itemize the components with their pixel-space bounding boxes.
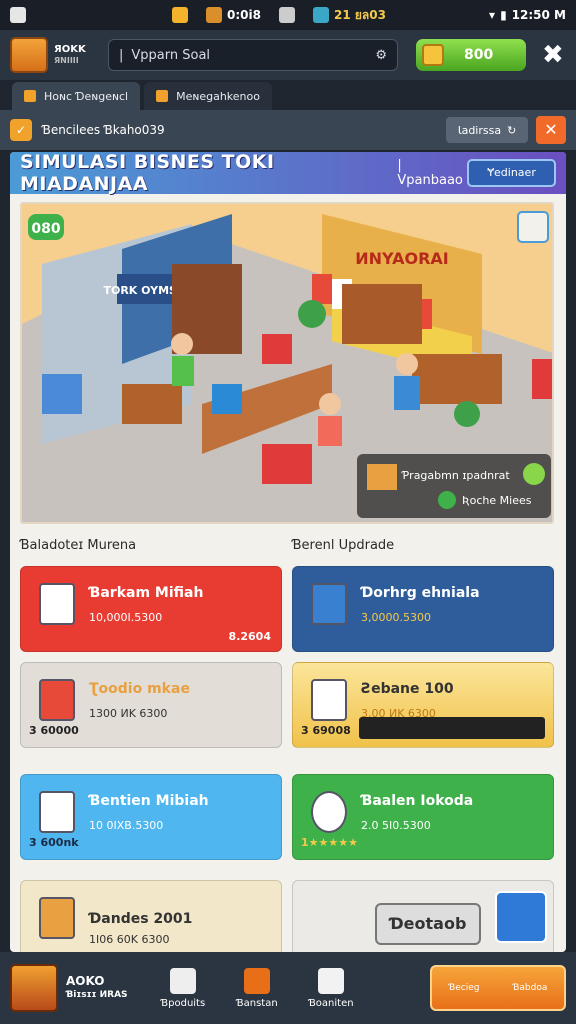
plant <box>454 401 480 427</box>
game-subtitle: | Vpanbaao <box>397 158 463 188</box>
upgrade-card[interactable]: Ɗandes 2001 1I06 60K 6300 <box>20 880 282 952</box>
refresh-icon: ↻ <box>507 123 517 137</box>
progress-bar <box>359 717 545 739</box>
card-icon <box>39 791 75 833</box>
clock: 12:50 M <box>511 8 566 22</box>
upgrade-card[interactable]: Ɓarkam Mifiah 10,000I.5300 8.2604 <box>20 566 282 652</box>
upgrade-card[interactable]: Ɓentien Mibiah 10 0IXB.5300 3 600nk <box>20 774 282 860</box>
section-title-left: Ɓaladoteɪ Murena <box>20 538 137 553</box>
address-button[interactable]: Ɩadirssa ↻ <box>446 117 528 143</box>
cursor-icon: | <box>119 47 124 63</box>
plant <box>298 300 326 328</box>
app-icon <box>278 7 295 23</box>
folder-icon <box>24 90 36 102</box>
upgrade-card[interactable]: Ɗorhrg ehniala 3,0000.5300 <box>292 566 554 652</box>
character <box>171 333 193 355</box>
shop-scene[interactable]: TORK OYMSUDAL ИNYAORAI 080 Ƥragabmn ɪpad… <box>20 202 554 524</box>
shelf <box>342 284 422 344</box>
home-icon <box>10 7 26 23</box>
shop-sign-text: ИNYAORAI <box>355 249 448 268</box>
search-input[interactable]: | Vpparn Soal ⚙ <box>108 39 398 71</box>
svg-text:Ʀoche Miees: Ʀoche Miees <box>462 494 532 507</box>
diamond-icon <box>244 967 270 994</box>
cta-right[interactable]: Ɓabdoa <box>513 983 548 993</box>
character <box>319 393 341 415</box>
coin-balance[interactable]: 800 <box>416 39 526 71</box>
checkmark-icon[interactable]: ✓ <box>10 119 32 141</box>
action-button[interactable]: Ɗeotaob <box>375 903 481 945</box>
upgrade-card[interactable]: Ƨebane 100 3,00 ИK 6300 3 69008 <box>292 662 554 748</box>
tab-strip: Hoɴc Ɗeɴgeɴcl Meɴegahkenoo <box>0 80 576 110</box>
upgrade-card[interactable]: Ʈoodio mkae 1300 ИK 6300 3 60000 <box>20 662 282 748</box>
shop-icon <box>39 583 75 625</box>
folder-icon <box>156 90 169 102</box>
app-icon <box>172 7 188 23</box>
nav-cta[interactable]: Ɓecieg Ɓabdoa <box>430 965 566 1011</box>
svg-text:080: 080 <box>31 221 60 237</box>
book-icon <box>311 679 347 721</box>
address-bar: ✓ Ɓencilees Ɓkaho039 Ɩadirssa ↻ ✕ <box>0 110 576 150</box>
camera-icon[interactable] <box>517 211 549 243</box>
register <box>262 334 292 364</box>
gear-icon[interactable]: ⚙ <box>375 48 387 63</box>
counter <box>412 354 502 404</box>
ticket-icon[interactable] <box>495 891 547 943</box>
bottom-nav: AOKO Ɓiɪsɪɪ ИRAS Ɓpoduits Ɓanstan Ɓoanite… <box>0 952 576 1024</box>
coin-icon <box>422 44 444 66</box>
app-icon <box>206 7 222 23</box>
desk <box>122 384 182 424</box>
shopping-cart <box>262 444 312 484</box>
box <box>42 374 82 414</box>
phone-icon <box>311 583 347 625</box>
computer <box>212 384 242 414</box>
logo[interactable] <box>10 37 48 73</box>
logo-text: ЯOKK ЯNIIII <box>54 44 86 65</box>
dice-icon <box>318 967 344 994</box>
cta-left[interactable]: Ɓecieg <box>449 983 480 993</box>
app-icon <box>312 7 329 23</box>
nav-item-stats[interactable]: Ɓanstan <box>220 967 294 1009</box>
info-overlay[interactable]: Ƥragabmn ɪpadnrat Ʀoche Miees <box>357 454 551 518</box>
upgrade-card[interactable]: Ɗeotaob <box>292 880 554 952</box>
close-icon[interactable]: ✖ <box>542 40 564 70</box>
status-text: 0:0i8 <box>227 8 261 22</box>
address-text: Ɓencilees Ɓkaho039 <box>42 123 165 137</box>
ball-icon <box>311 791 347 833</box>
svg-text:Ƥragabmn ɪpadnrat: Ƥragabmn ɪpadnrat <box>401 469 510 482</box>
brand-text: AOKO Ɓiɪsɪɪ ИRAS <box>66 974 128 1000</box>
close-icon[interactable]: ✕ <box>536 116 566 144</box>
brand-logo[interactable] <box>10 964 58 1012</box>
character <box>396 353 418 375</box>
tab-manage[interactable]: Meɴegahkenoo <box>144 82 272 110</box>
status-text: 21 ยล03 <box>333 7 386 22</box>
section-title-right: Ɓerenl Updrade <box>292 538 395 553</box>
game-title: SIMULASI BISNES TOKI MIADANJAA <box>20 152 275 195</box>
upgrade-card[interactable]: Ɓaalen Iokoda 2.0 5I0.5300 1★★★★★ <box>292 774 554 860</box>
calendar-icon <box>39 679 75 721</box>
game-page: SIMULASI BISNES TOKI MIADANJAA | Vpanbaa… <box>10 152 566 952</box>
signal-icon: ▮ <box>500 8 507 22</box>
tab-home[interactable]: Hoɴc Ɗeɴgeɴcl <box>12 82 141 110</box>
top-bar: ЯOKK ЯNIIII | Vpparn Soal ⚙ 800 ✖ <box>0 30 576 80</box>
status-bar: 0:0i8 21 ยล03 ▾ ▮ 12:50 M <box>0 0 576 30</box>
wifi-icon: ▾ <box>489 8 496 22</box>
nav-item-products[interactable]: Ɓpoduits <box>146 967 220 1009</box>
nav-item-dice[interactable]: Ɓoaniten <box>294 967 368 1009</box>
cube-icon <box>170 967 196 994</box>
game-header: SIMULASI BISNES TOKI MIADANJAA | Vpanbaa… <box>10 152 566 195</box>
header-button[interactable]: Ɏedinaer <box>467 159 556 187</box>
box-icon <box>39 897 75 939</box>
